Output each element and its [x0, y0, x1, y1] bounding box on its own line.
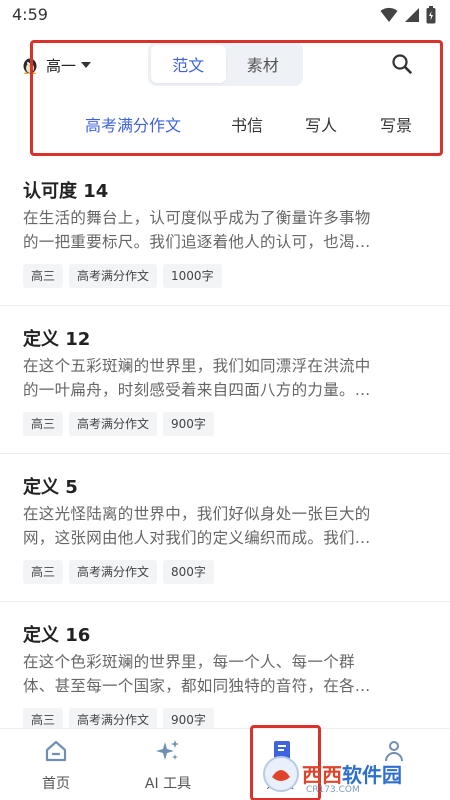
essay-title: 定义 5 — [23, 477, 78, 498]
tag-word-count: 900字 — [163, 412, 214, 436]
content-type-switch: 范文 素材 — [148, 42, 303, 86]
essay-excerpt: 在这个五彩斑斓的世界里，我们如同漂浮在洪流中 的一叶扁舟，时刻感受着来自四面八方… — [23, 354, 421, 402]
essay-tags: 高三 高考满分作文 900字 — [23, 412, 214, 436]
essay-title: 定义 16 — [23, 625, 91, 646]
status-bar: 4:59 — [0, 0, 450, 32]
tag-grade: 高三 — [23, 412, 64, 436]
essay-tags: 高三 高考满分作文 1000字 — [23, 264, 222, 288]
essay-excerpt: 在这个色彩斑斓的世界里，每一个人、每一个群 体、甚至每一个国家，都如同独特的音符… — [23, 650, 421, 698]
sparkle-icon — [156, 740, 179, 760]
tag-word-count: 800字 — [163, 560, 214, 584]
category-gaokao-full-score[interactable]: 高考满分作文 — [85, 112, 181, 136]
wifi-icon — [380, 7, 398, 22]
excerpt-line: 体、甚至每一个国家，都如同独特的音符，在各… — [23, 677, 371, 695]
tag-word-count: 900字 — [163, 708, 214, 728]
tab-materials[interactable]: 素材 — [226, 45, 301, 83]
essay-tags: 高三 高考满分作文 800字 — [23, 560, 214, 584]
category-tabs: 高考满分作文 书信 写人 写景 — [0, 112, 450, 142]
nav-ai-tools[interactable]: AI 工具 — [118, 729, 218, 800]
battery-icon — [426, 6, 436, 24]
bottom-nav: 首页 AI 工具 范文 西西软件园 CR173.COM — [0, 725, 450, 800]
nav-home-label: 首页 — [42, 776, 70, 792]
essay-tags: 高三 高考满分作文 900字 — [23, 708, 214, 728]
top-header: 高一 范文 素材 高考满分作文 书信 写人 写景 — [0, 32, 450, 158]
excerpt-line: 的一把重要标尺。我们追逐着他人的认可，也渴… — [23, 233, 371, 251]
watermark: 西西软件园 CR173.COM — [262, 751, 450, 800]
tag-category: 高考满分作文 — [69, 708, 158, 728]
category-scenery[interactable]: 写景 — [380, 112, 412, 136]
grade-selector[interactable]: 高一 — [22, 52, 92, 78]
excerpt-line: 网，这张网由他人对我们的定义编织而成。我们… — [23, 529, 371, 547]
nav-home[interactable]: 首页 — [6, 729, 106, 800]
watermark-text: 西西软件园 — [302, 763, 402, 787]
excerpt-line: 在这个色彩斑斓的世界里，每一个人、每一个群 — [23, 653, 355, 671]
essay-card[interactable]: 认可度 14 在生活的舞台上，认可度似乎成为了衡量许多事物 的一把重要标尺。我们… — [0, 158, 450, 306]
tag-grade: 高三 — [23, 560, 64, 584]
search-icon[interactable] — [390, 52, 414, 76]
status-time: 4:59 — [12, 5, 48, 24]
essay-title: 定义 12 — [23, 329, 91, 350]
essay-excerpt: 在生活的舞台上，认可度似乎成为了衡量许多事物 的一把重要标尺。我们追逐着他人的认… — [23, 206, 421, 254]
category-letter[interactable]: 书信 — [231, 112, 263, 136]
excerpt-line: 在这个五彩斑斓的世界里，我们如同漂浮在洪流中 — [23, 357, 371, 375]
tag-grade: 高三 — [23, 708, 64, 728]
penguin-avatar-icon — [23, 58, 37, 74]
nav-ai-tools-label: AI 工具 — [144, 776, 192, 792]
tag-word-count: 1000字 — [163, 264, 222, 288]
essay-card[interactable]: 定义 16 在这个色彩斑斓的世界里，每一个人、每一个群 体、甚至每一个国家，都如… — [0, 602, 450, 728]
essay-card[interactable]: 定义 5 在这光怪陆离的世界中，我们好似身处一张巨大的 网，这张网由他人对我们的… — [0, 454, 450, 602]
chevron-down-icon — [81, 62, 92, 68]
excerpt-line: 的一叶扁舟，时刻感受着来自四面八方的力量。… — [23, 381, 371, 399]
home-icon — [45, 740, 67, 762]
category-people[interactable]: 写人 — [305, 112, 337, 136]
essay-card[interactable]: 定义 12 在这个五彩斑斓的世界里，我们如同漂浮在洪流中 的一叶扁舟，时刻感受着… — [0, 306, 450, 454]
watermark-logo-icon — [263, 756, 299, 792]
tag-grade: 高三 — [23, 264, 64, 288]
essay-title: 认可度 14 — [23, 181, 109, 202]
essay-excerpt: 在这光怪陆离的世界中，我们好似身处一张巨大的 网，这张网由他人对我们的定义编织而… — [23, 502, 421, 550]
excerpt-line: 在这光怪陆离的世界中，我们好似身处一张巨大的 — [23, 505, 371, 523]
tab-essays[interactable]: 范文 — [151, 45, 226, 83]
tag-category: 高考满分作文 — [69, 264, 158, 288]
tag-category: 高考满分作文 — [69, 560, 158, 584]
excerpt-line: 在生活的舞台上，认可度似乎成为了衡量许多事物 — [23, 209, 371, 227]
grade-label: 高一 — [46, 56, 77, 75]
status-icons — [380, 6, 436, 24]
watermark-sub: CR173.COM — [306, 785, 360, 795]
essay-feed[interactable]: 认可度 14 在生活的舞台上，认可度似乎成为了衡量许多事物 的一把重要标尺。我们… — [0, 158, 450, 728]
signal-icon — [405, 8, 419, 22]
tag-category: 高考满分作文 — [69, 412, 158, 436]
